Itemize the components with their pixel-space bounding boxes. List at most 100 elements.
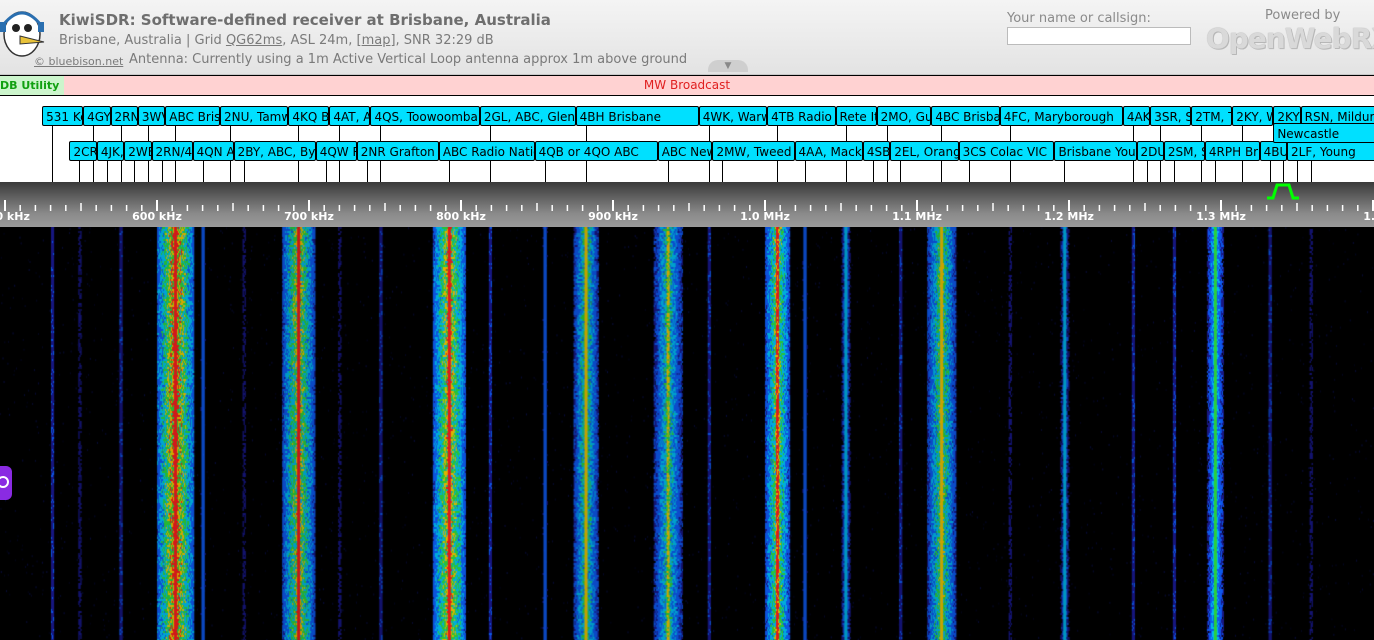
bookmark-extra[interactable]: Newcastle (1273, 123, 1374, 143)
bookmark-stem (325, 161, 327, 182)
receiver-header: KiwiSDR: Software-defined receiver at Br… (0, 0, 1374, 75)
bookmark-row1[interactable]: 4AT, Atherton (329, 106, 371, 126)
openwebrx-logo[interactable]: OpenWebRX (1206, 22, 1374, 55)
bookmark-stem (1064, 161, 1066, 182)
bookmark-row2[interactable]: 2SM, Sydney (1163, 141, 1205, 161)
bookmark-row2[interactable]: 4RPH Brisbane (1204, 141, 1260, 161)
scale-label: 1.2 MHz (1044, 210, 1094, 223)
bookmark-row1[interactable]: 4KQ Brisbane (288, 106, 330, 126)
powered-by-label: Powered by (1265, 8, 1341, 23)
frequency-scale[interactable]: 500 kHz 600 kHz 700 kHz 800 kHz 900 kHz 1.0 M… (0, 182, 1374, 227)
bookmark-stem (804, 161, 806, 182)
bookmark-stem (667, 161, 669, 182)
scale-label: 700 kHz (284, 210, 334, 223)
bookmark-row1[interactable]: 3SR, Shepparton (1150, 106, 1192, 126)
bookmark-row2[interactable]: 2RN/4QR (151, 141, 193, 161)
bookmark-stem (79, 161, 81, 182)
receiver-location: Brisbane, Australia | Grid QG62ms, ASL 2… (59, 33, 494, 48)
bookmark-stem (968, 161, 970, 182)
scale-label: 1.0 MHz (740, 210, 790, 223)
bookmark-row2[interactable]: 4BU (1259, 141, 1287, 161)
callsign-input[interactable] (1007, 27, 1191, 45)
location-suffix: ], SNR 32:29 dB (390, 33, 494, 48)
bookmark-stem (722, 161, 724, 182)
bookmark-stem (1297, 161, 1298, 182)
bookmark-stem (243, 161, 245, 182)
scale-label: 1.4 (1363, 210, 1374, 223)
bookmark-row2[interactable]: 2DU (1136, 141, 1164, 161)
bookmark-row2[interactable]: ABC Newcastle (657, 141, 713, 161)
side-panel-toggle[interactable] (0, 466, 12, 500)
bookmark-row2[interactable]: 2NR Grafton (356, 141, 439, 161)
bookmark-stem (1173, 161, 1175, 182)
bookmark-row2[interactable]: 4JK, Julia Creek (96, 141, 125, 161)
bookmark-row1[interactable]: 2NU, Tamworth (219, 106, 289, 126)
bookmark-stem (1269, 161, 1271, 182)
bookmark-stem (1214, 161, 1216, 182)
bookmark-row1[interactable]: 4FC, Maryborough (999, 106, 1123, 126)
scale-label: 900 kHz (588, 210, 638, 223)
bookmark-row1[interactable]: 4QS, Toowoomba (370, 106, 480, 126)
bookmark-stem (1146, 161, 1148, 182)
bookmark-row2[interactable]: 2LF, Young (1287, 141, 1374, 161)
bookmark-row1[interactable]: 4TB Radio Thursday (767, 106, 836, 126)
bookmark-row1[interactable]: 2TM, Tamworth (1191, 106, 1233, 126)
bookmark-stem (366, 161, 368, 182)
receiver-title: KiwiSDR: Software-defined receiver at Br… (59, 11, 551, 29)
bookmark-row1[interactable]: Rete Italia (835, 106, 877, 126)
scale-label: 1.3 MHz (1196, 210, 1246, 223)
bookmark-stem (544, 161, 546, 182)
bookmark-row1[interactable]: 4GY, Gympie (83, 106, 111, 126)
bookmark-row1[interactable]: 2RN, Wollongong (110, 106, 138, 126)
waterfall-canvas[interactable] (0, 227, 1374, 640)
waterfall-display[interactable] (0, 227, 1374, 640)
bookmark-row1[interactable]: 2KY, Wollongong (1232, 106, 1274, 126)
callsign-label: Your name or callsign: (1007, 11, 1151, 26)
scale-label: 600 kHz (132, 210, 182, 223)
bookmark-row2[interactable]: 4SB (862, 141, 891, 161)
bookmark-stem (872, 161, 874, 182)
antenna-info: Antenna: Currently using a 1m Active Ver… (129, 52, 688, 67)
bookmark-stem (448, 161, 450, 182)
bookmark-row1[interactable]: 4BC Brisbane (931, 106, 1000, 126)
collapse-header-button[interactable]: ▼ (708, 60, 748, 72)
bookmark-row2[interactable]: 2BY, ABC, Byrock (233, 141, 316, 161)
bookmark-row2[interactable]: 4QB or 4QO ABC (534, 141, 658, 161)
scale-label: 800 kHz (436, 210, 486, 223)
bookmark-row1[interactable]: 531 Kempsey (42, 106, 84, 126)
bookmark-row1[interactable]: 3WV, Horsham (137, 106, 166, 126)
panel-toggle-icon (0, 476, 9, 488)
bookmark-row1[interactable]: 4WK, Warwick (698, 106, 768, 126)
bookmark-row2[interactable]: ABC Radio National (438, 141, 535, 161)
bookmark-stem (134, 161, 136, 182)
scale-ticks (4, 200, 1374, 211)
bookmark-bar: 531 Kempsey4GY, Gympie2RN, Wollongong3WV… (0, 96, 1374, 182)
bookmark-row2[interactable]: 2WEB (124, 141, 152, 161)
bookmark-row1[interactable]: 2GL, ABC, Glen Innes (479, 106, 576, 126)
bookmark-row1[interactable]: 2MO, Gunnedah (876, 106, 932, 126)
location-mid: , ASL 24m, [ (282, 33, 362, 48)
bookmark-row2[interactable]: 3CS Colac VIC (958, 141, 1055, 161)
bookmark-stem (106, 161, 108, 182)
bookmark-row2[interactable]: Brisbane Youth (1054, 141, 1137, 161)
band-bar: MW Broadcast DB Utility (0, 76, 1374, 95)
bookmark-row1[interactable]: 4AK (1122, 106, 1151, 126)
bookmark-row1[interactable]: ABC Brisbane (165, 106, 220, 126)
bookmark-row1[interactable]: 4BH Brisbane (575, 106, 699, 126)
scale-label: 1.1 MHz (892, 210, 942, 223)
band-utility: DB Utility (0, 76, 64, 95)
bookmark-row2[interactable]: 2MW, Tweed (712, 141, 795, 161)
bluebison-link[interactable]: © bluebison.net (34, 55, 123, 68)
bookmark-row2[interactable]: 4QN Aitkenvale (192, 141, 234, 161)
bookmark-stem (52, 126, 54, 182)
tuning-filter-icon[interactable] (1266, 182, 1300, 200)
bookmark-stem (202, 161, 204, 182)
map-link[interactable]: map (362, 33, 391, 48)
bookmark-row2[interactable]: 2CR Orange (69, 141, 97, 161)
band-mw-broadcast: MW Broadcast (643, 78, 731, 92)
scale-label: 500 kHz (0, 210, 30, 223)
bookmark-row2[interactable]: 4QW Roma (315, 141, 357, 161)
bookmark-row2[interactable]: 4AA, Mackay (794, 141, 863, 161)
grid-link[interactable]: QG62ms (226, 33, 282, 48)
bookmark-row2[interactable]: 2EL, Orange (890, 141, 959, 161)
